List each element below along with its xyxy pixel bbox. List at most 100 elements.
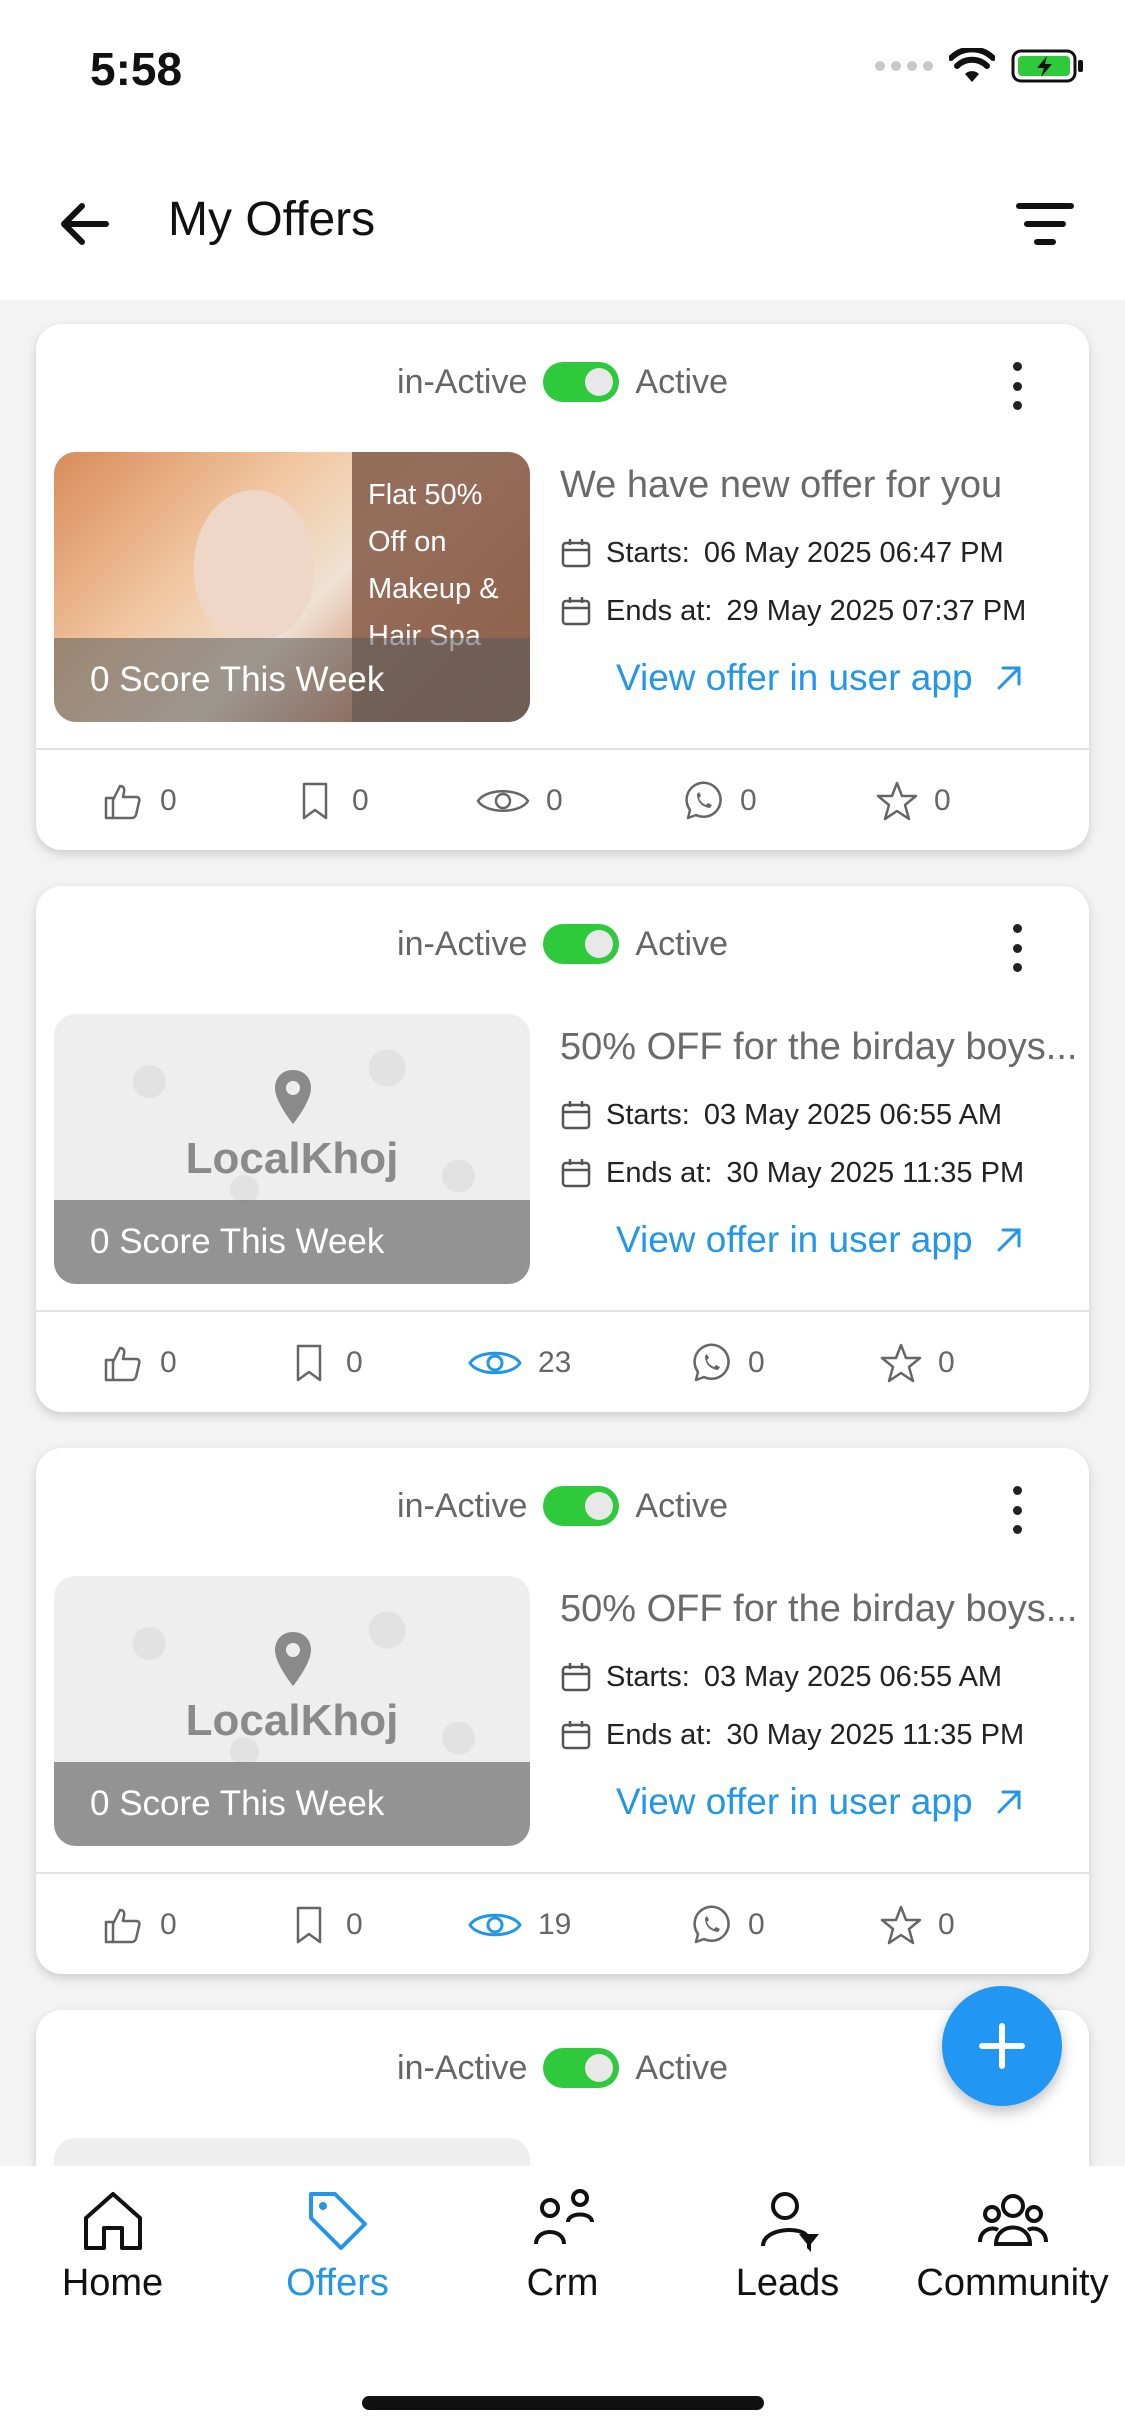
arrow-left-icon <box>61 203 109 245</box>
more-options-button[interactable] <box>997 1486 1037 1534</box>
view-offer-label: View offer in user app <box>616 1781 973 1822</box>
view-offer-link[interactable]: View offer in user app <box>616 1781 1080 1823</box>
plus-icon <box>979 2023 1025 2069</box>
views-stat[interactable]: 19 <box>468 1904 571 1946</box>
nav-community[interactable]: Community <box>900 2186 1125 2305</box>
end-date-row: Ends at: 29 May 2025 07:37 PM <box>560 593 1080 629</box>
status-icons <box>875 48 1085 84</box>
nav-offers-label: Offers <box>286 2262 389 2304</box>
card-header: in-Active Active <box>36 886 1089 1011</box>
filter-button[interactable] <box>1013 192 1077 256</box>
star-icon <box>880 1343 922 1383</box>
offer-title: 50% OFF for the birday boys... <box>560 1588 1078 1630</box>
whatsapp-count: 0 <box>748 1346 765 1379</box>
whatsapp-stat[interactable]: 0 <box>690 1342 765 1384</box>
ends-label: Ends at: <box>606 594 713 627</box>
saves-stat[interactable]: 0 <box>288 1342 363 1384</box>
status-time: 5:58 <box>90 43 183 95</box>
location-pin-icon <box>275 1632 311 1686</box>
more-options-button[interactable] <box>997 924 1037 972</box>
rating-count: 0 <box>938 1908 955 1941</box>
offer-thumbnail[interactable]: LocalKhoj 0 Score This Week <box>54 1576 530 1846</box>
start-date-row: Starts: 03 May 2025 06:55 AM <box>560 1097 1080 1133</box>
status-toggle-row: in-Active Active <box>36 2048 1089 2088</box>
ends-value: 30 May 2025 11:35 PM <box>726 1156 1025 1189</box>
ends-value: 29 May 2025 07:37 PM <box>726 594 1027 627</box>
nav-home[interactable]: Home <box>0 2186 225 2305</box>
active-toggle[interactable] <box>543 924 620 964</box>
nav-leads-label: Leads <box>735 2262 840 2304</box>
rating-stat[interactable]: 0 <box>876 780 951 822</box>
thumbs-up-icon <box>104 784 141 820</box>
inactive-label: in-Active <box>397 1486 528 1525</box>
offer-thumbnail[interactable]: LocalKhoj 0 Score This Week <box>54 1014 530 1284</box>
whatsapp-stat[interactable]: 0 <box>690 1904 765 1946</box>
status-bar: 5:58 <box>0 0 1125 140</box>
weekly-score: 0 Score This Week <box>54 1200 530 1284</box>
rating-stat[interactable]: 0 <box>880 1904 955 1946</box>
view-offer-link[interactable]: View offer in user app <box>616 1219 1080 1261</box>
offer-info: 50% OFF for the birday boys... Starts: 0… <box>560 1588 1080 1823</box>
filter-icon <box>1016 203 1074 245</box>
arrow-up-right-icon <box>997 1228 1021 1252</box>
whatsapp-count: 0 <box>740 784 757 817</box>
nav-offers[interactable]: Offers <box>225 2186 450 2305</box>
whatsapp-icon <box>685 781 722 820</box>
crm-icon <box>533 2189 594 2245</box>
card-header: in-Active Active <box>36 2010 1089 2135</box>
offer-list[interactable]: in-Active Active Flat 50% Off on Makeup … <box>0 300 1125 2166</box>
end-date-row: Ends at: 30 May 2025 11:35 PM <box>560 1155 1080 1191</box>
offer-card[interactable]: in-Active Active LocalKhoj 0 Score This … <box>36 1448 1089 1974</box>
views-stat[interactable]: 23 <box>468 1342 571 1384</box>
views-stat[interactable]: 0 <box>476 780 563 822</box>
offer-thumbnail[interactable] <box>54 2138 530 2166</box>
likes-stat[interactable]: 0 <box>102 1904 177 1946</box>
calendar-icon <box>561 597 591 626</box>
whatsapp-icon <box>693 1343 730 1382</box>
location-pin-icon <box>275 1070 311 1124</box>
active-toggle[interactable] <box>543 2048 620 2088</box>
tag-icon <box>308 2192 367 2250</box>
inactive-label: in-Active <box>397 924 528 963</box>
starts-value: 03 May 2025 06:55 AM <box>703 1660 1003 1693</box>
nav-crm[interactable]: Crm <box>450 2186 675 2305</box>
saves-count: 0 <box>346 1908 363 1941</box>
more-options-button[interactable] <box>997 362 1037 410</box>
rating-count: 0 <box>934 784 951 817</box>
offer-card[interactable]: in-Active Active <box>36 2010 1089 2166</box>
offer-thumbnail[interactable]: Flat 50% Off on Makeup & Hair Spa 0 Scor… <box>54 452 530 722</box>
cellular-signal-icon <box>875 61 933 71</box>
offer-stats: 0 0 19 0 0 <box>36 1874 1089 1974</box>
offer-card[interactable]: in-Active Active Flat 50% Off on Makeup … <box>36 324 1089 850</box>
active-toggle[interactable] <box>543 1486 620 1526</box>
saves-stat[interactable]: 0 <box>288 1904 363 1946</box>
thumbs-up-icon <box>104 1908 141 1944</box>
saves-count: 0 <box>346 1346 363 1379</box>
card-header: in-Active Active <box>36 1448 1089 1573</box>
view-offer-link[interactable]: View offer in user app <box>616 657 1080 699</box>
placeholder-pattern <box>54 2138 530 2166</box>
saves-stat[interactable]: 0 <box>294 780 369 822</box>
ends-label: Ends at: <box>606 1156 713 1189</box>
offer-info: We have new offer for you Starts: 06 May… <box>560 464 1080 699</box>
eye-icon <box>468 1913 522 1937</box>
likes-count: 0 <box>160 784 177 817</box>
rating-stat[interactable]: 0 <box>880 1342 955 1384</box>
add-offer-button[interactable] <box>942 1986 1062 2106</box>
view-offer-label: View offer in user app <box>616 1219 973 1260</box>
starts-label: Starts: <box>606 1098 690 1131</box>
ends-label: Ends at: <box>606 1718 713 1751</box>
nav-leads[interactable]: Leads <box>675 2186 900 2305</box>
weekly-score: 0 Score This Week <box>54 638 530 722</box>
calendar-icon <box>561 1159 591 1188</box>
active-toggle[interactable] <box>543 362 620 402</box>
likes-stat[interactable]: 0 <box>102 780 177 822</box>
back-button[interactable] <box>52 192 116 256</box>
whatsapp-stat[interactable]: 0 <box>682 780 757 822</box>
home-indicator[interactable] <box>362 2396 764 2410</box>
likes-stat[interactable]: 0 <box>102 1342 177 1384</box>
starts-label: Starts: <box>606 536 690 569</box>
starts-label: Starts: <box>606 1660 690 1693</box>
offer-stats: 0 0 23 0 0 <box>36 1312 1089 1412</box>
offer-card[interactable]: in-Active Active LocalKhoj 0 Score This … <box>36 886 1089 1412</box>
